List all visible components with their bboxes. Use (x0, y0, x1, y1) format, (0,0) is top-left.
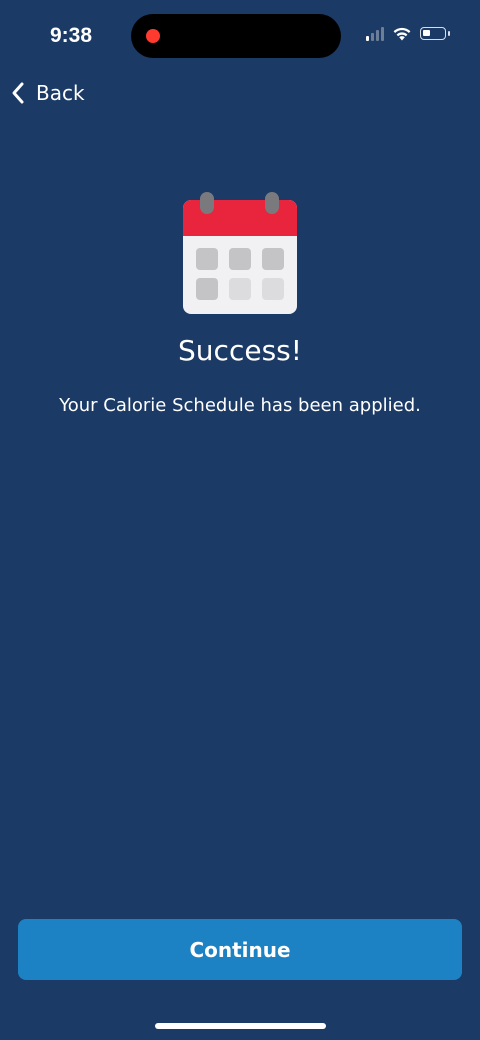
battery-icon (420, 27, 450, 40)
back-button[interactable]: Back (10, 78, 85, 108)
cellular-signal-icon (366, 26, 384, 41)
back-label: Back (36, 81, 85, 105)
success-screen: 9:38 Back Success! Your Calorie Schedule… (0, 0, 480, 1040)
dynamic-island (131, 14, 341, 58)
continue-button[interactable]: Continue (18, 919, 462, 980)
success-title: Success! (178, 334, 302, 367)
wifi-icon (393, 27, 411, 41)
chevron-left-icon (12, 82, 24, 104)
success-message: Your Calorie Schedule has been applied. (59, 395, 421, 416)
status-bar: 9:38 (0, 0, 480, 72)
home-indicator (155, 1023, 326, 1029)
calendar-icon (183, 192, 297, 314)
status-icons (366, 26, 450, 41)
recording-dot-icon (146, 29, 160, 43)
status-time: 9:38 (50, 24, 93, 47)
